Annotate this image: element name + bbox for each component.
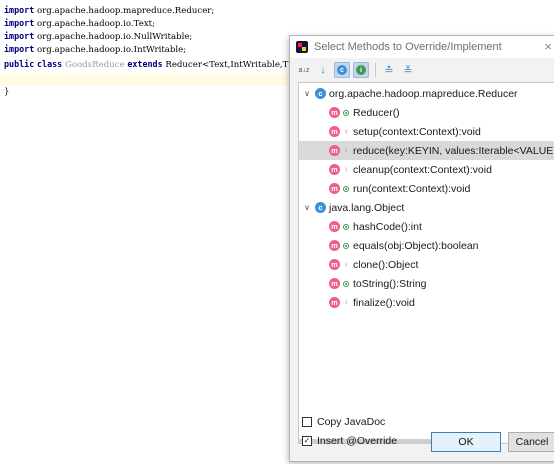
group-label: java.lang.Object [329,201,405,214]
ok-button[interactable]: OK [431,432,501,452]
expand-all-button[interactable]: ≛ [381,62,397,78]
toolbar-separator [375,63,376,77]
dialog-toolbar: a↓z ↓ c i ≛ ≚ [290,58,554,82]
public-visibility-icon [343,185,349,192]
method-label: setup(context:Context):void [353,125,481,138]
method-icon: m [329,221,340,232]
public-visibility-icon [343,242,349,249]
class-icon: c [315,88,326,99]
sort-alpha-icon: a↓z [298,66,310,74]
methods-tree[interactable]: ∨ c org.apache.hadoop.mapreduce.Reducer … [298,82,554,444]
class-name: GoodsReduce [64,60,125,70]
keyword: import [4,31,35,41]
public-visibility-icon [343,280,349,287]
copy-javadoc-checkbox[interactable]: Copy JavaDoc [302,416,385,428]
method-icon: m [329,183,340,194]
expand-arrow-icon[interactable]: ∨ [302,89,312,98]
method-item[interactable]: m ♀ setup(context:Context):void [299,122,554,141]
protected-visibility-icon: ♀ [343,127,349,136]
code-text: org.apache.hadoop.io.NullWritable; [34,32,193,42]
interface-icon: i [356,65,366,75]
method-item-selected[interactable]: m ♀ reduce(key:KEYIN, values:Iterable<VA… [299,141,554,160]
group-label: org.apache.hadoop.mapreduce.Reducer [329,87,518,100]
show-classes-button[interactable]: c [334,62,350,78]
code-line[interactable]: } [0,86,9,99]
method-icon: m [329,297,340,308]
method-label: clone():Object [353,258,419,271]
method-icon: m [329,278,340,289]
class-icon: c [337,65,347,75]
close-icon[interactable]: × [544,39,552,54]
tree-group-object[interactable]: ∨ c java.lang.Object [299,198,554,217]
keyword: public [4,59,35,69]
class-icon: c [315,202,326,213]
method-label: cleanup(context:Context):void [353,163,492,176]
dialog-titlebar[interactable]: Select Methods to Override/Implement × [290,36,554,58]
show-interfaces-button[interactable]: i [353,62,369,78]
public-visibility-icon [343,223,349,230]
keyword: import [4,5,35,15]
method-icon: m [329,145,340,156]
override-methods-dialog: Select Methods to Override/Implement × a… [289,35,554,462]
code-text: org.apache.hadoop.io.Text; [34,19,156,29]
method-label: reduce(key:KEYIN, values:Iterable<VALUEI… [353,144,554,157]
collapse-all-icon: ≚ [403,64,413,77]
public-visibility-icon [343,109,349,116]
method-item[interactable]: m run(context:Context):void [299,179,554,198]
method-icon: m [329,240,340,251]
keyword: extends [127,59,163,69]
method-label: equals(obj:Object):boolean [353,239,479,252]
sort-visibility-icon: ↓ [320,64,326,76]
method-item[interactable]: m ♀ finalize():void [299,293,554,312]
method-label: run(context:Context):void [353,182,471,195]
insert-override-checkbox[interactable]: ✓ Insert @Override [302,435,397,447]
code-text: Reducer<Text,IntWritable,T [165,60,289,70]
method-item[interactable]: m toString():String [299,274,554,293]
method-item[interactable]: m ♀ cleanup(context:Context):void [299,160,554,179]
method-item[interactable]: m ♀ clone():Object [299,255,554,274]
method-label: Reducer() [353,106,400,119]
keyword: import [4,18,35,28]
code-line[interactable]: import org.apache.hadoop.mapreduce.Reduc… [0,4,214,17]
method-item[interactable]: m equals(obj:Object):boolean [299,236,554,255]
protected-visibility-icon: ♀ [343,146,349,155]
method-icon: m [329,126,340,137]
expand-all-icon: ≛ [384,64,394,77]
code-text: org.apache.hadoop.io.IntWritable; [34,45,187,55]
method-item[interactable]: m Reducer() [299,103,554,122]
dialog-title: Select Methods to Override/Implement [314,41,502,53]
checkbox-box[interactable] [302,417,312,427]
method-label: finalize():void [353,296,415,309]
method-icon: m [329,259,340,270]
method-item[interactable]: m hashCode():int [299,217,554,236]
keyword: class [37,59,63,69]
collapse-all-button[interactable]: ≚ [400,62,416,78]
checkbox-box-checked[interactable]: ✓ [302,436,312,446]
method-icon: m [329,164,340,175]
code-line[interactable]: import org.apache.hadoop.io.IntWritable; [0,43,186,56]
protected-visibility-icon: ♀ [343,165,349,174]
class-declaration-line[interactable]: public class GoodsReduce extends Reducer… [0,58,288,71]
expand-arrow-icon[interactable]: ∨ [302,203,312,212]
protected-visibility-icon: ♀ [343,298,349,307]
checkbox-label: Copy JavaDoc [317,416,386,428]
sort-alphabetically-button[interactable]: a↓z [296,62,312,78]
keyword: import [4,44,35,54]
code-line[interactable]: import org.apache.hadoop.io.Text; [0,17,155,30]
tree-group-reducer[interactable]: ∨ c org.apache.hadoop.mapreduce.Reducer [299,84,554,103]
sort-by-visibility-button[interactable]: ↓ [315,62,331,78]
checkbox-label: Insert @Override [317,435,398,447]
protected-visibility-icon: ♀ [343,260,349,269]
method-icon: m [329,107,340,118]
intellij-logo-icon [296,41,308,53]
code-text: org.apache.hadoop.mapreduce.Reducer; [34,6,215,16]
method-label: toString():String [353,277,427,290]
method-label: hashCode():int [353,220,422,233]
code-line[interactable]: import org.apache.hadoop.io.NullWritable… [0,30,192,43]
closing-brace: } [4,87,10,97]
cancel-button[interactable]: Cancel [508,432,554,452]
